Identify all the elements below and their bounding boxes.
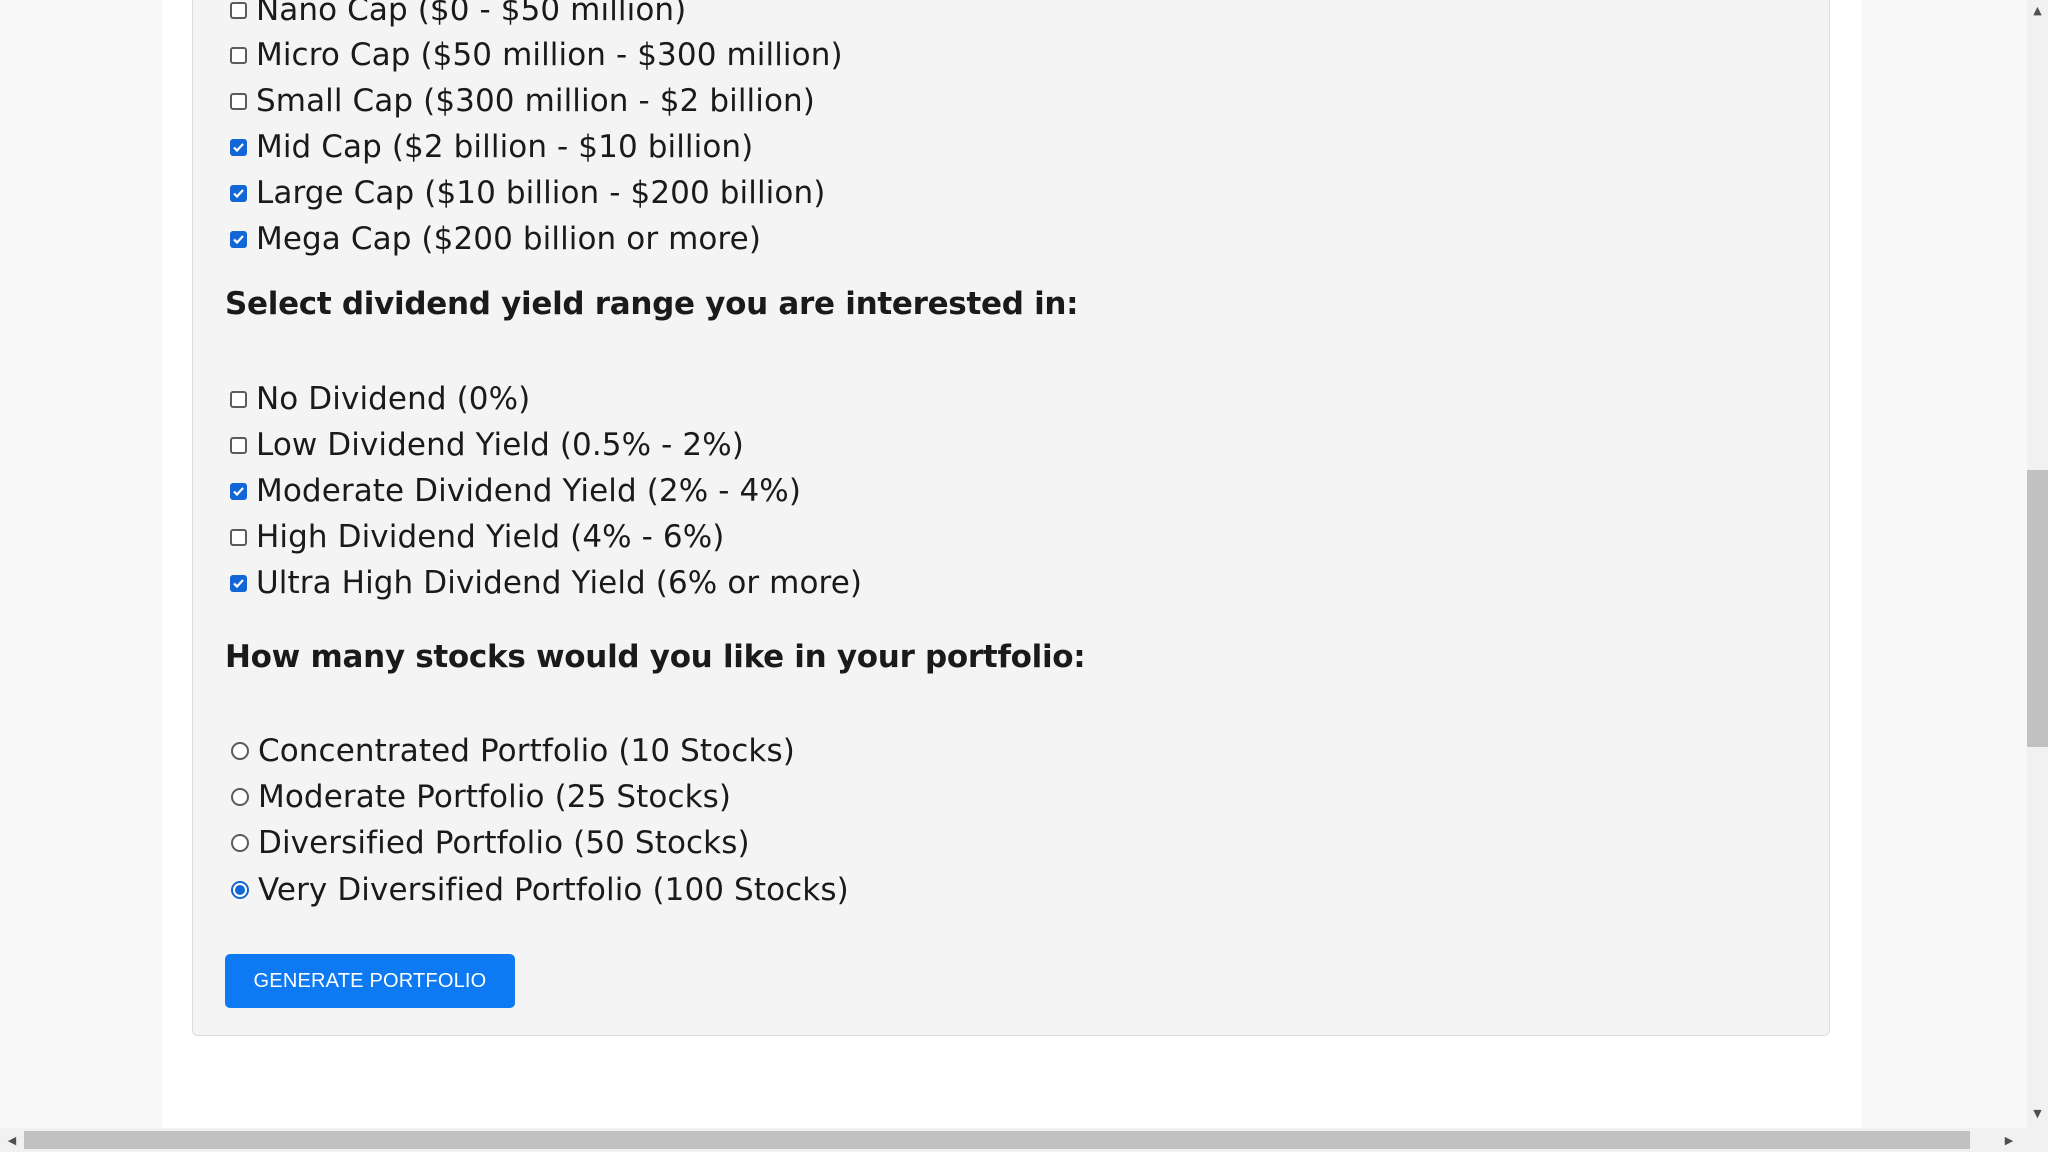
portfolio-option-moderate[interactable]: Moderate Portfolio (25 Stocks) bbox=[230, 777, 731, 817]
checkbox[interactable] bbox=[230, 46, 247, 64]
option-label: Diversified Portfolio (50 Stocks) bbox=[258, 825, 750, 861]
market-cap-option-nano[interactable]: Nano Cap ($0 - $50 million) bbox=[230, 0, 686, 30]
horizontal-scrollbar-thumb[interactable] bbox=[24, 1131, 1970, 1149]
radio-button[interactable] bbox=[231, 834, 249, 852]
checkbox[interactable] bbox=[230, 482, 247, 500]
dividend-option-high[interactable]: High Dividend Yield (4% - 6%) bbox=[230, 517, 724, 557]
dividend-option-moderate[interactable]: Moderate Dividend Yield (2% - 4%) bbox=[230, 471, 801, 511]
page-content-column: Nano Cap ($0 - $50 million) Micro Cap ($… bbox=[162, 0, 1862, 1128]
radio-button[interactable] bbox=[231, 742, 249, 760]
option-label: High Dividend Yield (4% - 6%) bbox=[256, 519, 725, 555]
option-label: Low Dividend Yield (0.5% - 2%) bbox=[256, 427, 744, 463]
option-label: Micro Cap ($50 million - $300 million) bbox=[256, 37, 843, 73]
triangle-left-icon[interactable]: ◀ bbox=[1, 1128, 23, 1152]
portfolio-option-concentrated[interactable]: Concentrated Portfolio (10 Stocks) bbox=[230, 731, 795, 771]
dividend-section-heading: Select dividend yield range you are inte… bbox=[225, 286, 1079, 322]
vertical-scrollbar[interactable]: ▲ ▼ bbox=[2027, 0, 2048, 1128]
checkbox[interactable] bbox=[230, 92, 247, 110]
market-cap-option-mega[interactable]: Mega Cap ($200 billion or more) bbox=[230, 219, 761, 259]
option-label: Nano Cap ($0 - $50 million) bbox=[256, 0, 687, 28]
option-label: Small Cap ($300 million - $2 billion) bbox=[256, 83, 815, 119]
market-cap-option-micro[interactable]: Micro Cap ($50 million - $300 million) bbox=[230, 35, 843, 75]
portfolio-option-diversified[interactable]: Diversified Portfolio (50 Stocks) bbox=[230, 823, 750, 863]
dividend-option-none[interactable]: No Dividend (0%) bbox=[230, 379, 530, 419]
dividend-option-low[interactable]: Low Dividend Yield (0.5% - 2%) bbox=[230, 425, 744, 465]
vertical-scrollbar-thumb[interactable] bbox=[2027, 470, 2048, 747]
option-label: No Dividend (0%) bbox=[256, 381, 531, 417]
horizontal-scrollbar[interactable]: ◀ ▶ bbox=[0, 1128, 2027, 1152]
option-label: Large Cap ($10 billion - $200 billion) bbox=[256, 175, 826, 211]
portfolio-option-very-diversified[interactable]: Very Diversified Portfolio (100 Stocks) bbox=[230, 870, 849, 910]
triangle-up-icon[interactable]: ▲ bbox=[2027, 2, 2048, 19]
option-label: Mid Cap ($2 billion - $10 billion) bbox=[256, 129, 754, 165]
market-cap-option-small[interactable]: Small Cap ($300 million - $2 billion) bbox=[230, 81, 815, 121]
radio-button[interactable] bbox=[231, 881, 249, 899]
portfolio-form-card: Nano Cap ($0 - $50 million) Micro Cap ($… bbox=[192, 0, 1830, 1036]
scrollbar-corner bbox=[2027, 1128, 2048, 1152]
browser-viewport: Nano Cap ($0 - $50 million) Micro Cap ($… bbox=[0, 0, 2027, 1128]
market-cap-option-mid[interactable]: Mid Cap ($2 billion - $10 billion) bbox=[230, 127, 753, 167]
option-label: Concentrated Portfolio (10 Stocks) bbox=[258, 733, 795, 769]
triangle-right-icon[interactable]: ▶ bbox=[1998, 1128, 2020, 1152]
checkbox[interactable] bbox=[230, 528, 247, 546]
option-label: Moderate Portfolio (25 Stocks) bbox=[258, 779, 732, 815]
triangle-down-icon[interactable]: ▼ bbox=[2027, 1105, 2048, 1122]
checkbox[interactable] bbox=[230, 184, 247, 202]
checkbox[interactable] bbox=[230, 574, 247, 592]
dividend-option-ultra-high[interactable]: Ultra High Dividend Yield (6% or more) bbox=[230, 563, 862, 603]
checkbox[interactable] bbox=[230, 390, 247, 408]
option-label: Mega Cap ($200 billion or more) bbox=[256, 221, 762, 257]
generate-portfolio-button[interactable]: GENERATE PORTFOLIO bbox=[225, 954, 515, 1008]
checkbox[interactable] bbox=[230, 436, 247, 454]
checkbox[interactable] bbox=[230, 138, 247, 156]
checkbox[interactable] bbox=[230, 1, 247, 19]
option-label: Ultra High Dividend Yield (6% or more) bbox=[256, 565, 863, 601]
radio-button[interactable] bbox=[231, 788, 249, 806]
market-cap-option-large[interactable]: Large Cap ($10 billion - $200 billion) bbox=[230, 173, 825, 213]
option-label: Very Diversified Portfolio (100 Stocks) bbox=[258, 872, 849, 908]
portfolio-size-heading: How many stocks would you like in your p… bbox=[225, 639, 1086, 675]
option-label: Moderate Dividend Yield (2% - 4%) bbox=[256, 473, 802, 509]
checkbox[interactable] bbox=[230, 230, 247, 248]
